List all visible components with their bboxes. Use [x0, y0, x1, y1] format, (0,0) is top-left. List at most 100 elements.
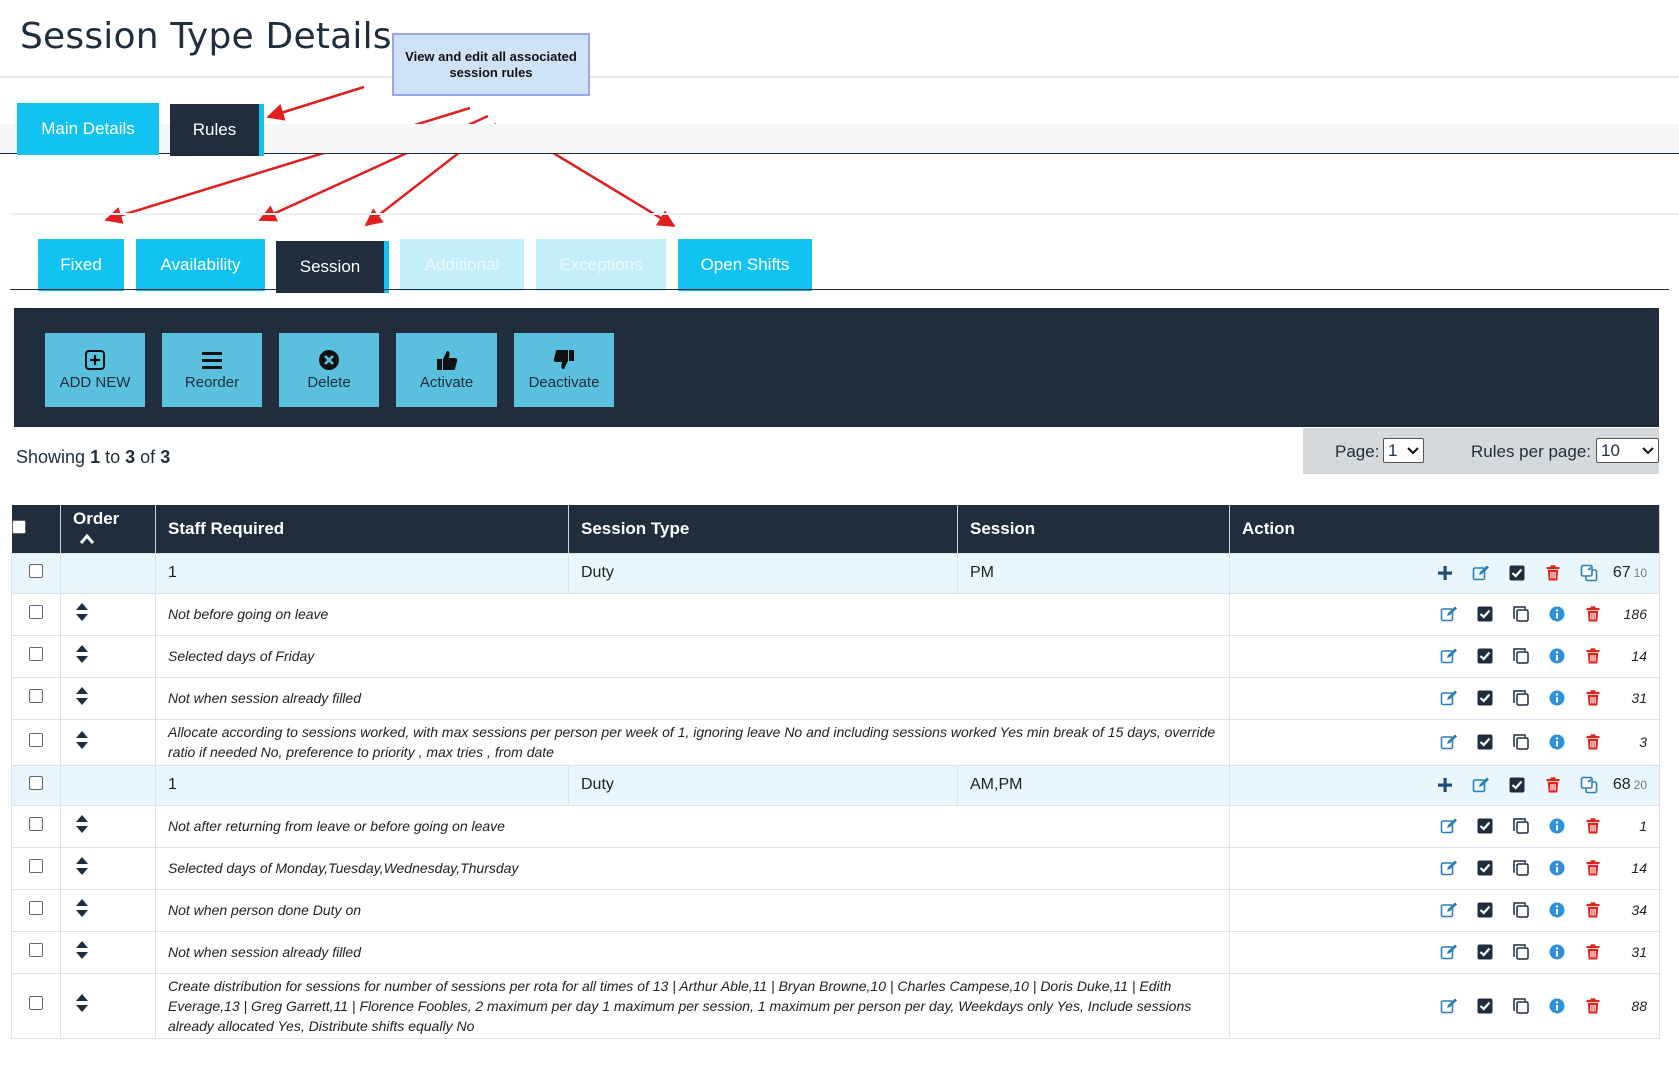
order-cell — [60, 930, 156, 974]
row-checkbox[interactable] — [29, 732, 43, 747]
order-header[interactable]: Order — [60, 505, 156, 553]
copy-icon[interactable] — [1503, 605, 1539, 623]
tab-availability[interactable]: Availability — [136, 239, 265, 291]
reorder-arrows-icon[interactable] — [75, 730, 89, 754]
tab-exceptions[interactable]: Exceptions — [536, 239, 666, 291]
copy-icon[interactable] — [1503, 817, 1539, 835]
activate-check-icon[interactable] — [1467, 998, 1503, 1014]
info-icon[interactable] — [1539, 818, 1575, 834]
delete-trash-icon[interactable] — [1575, 997, 1611, 1014]
row-checkbox[interactable] — [29, 900, 43, 915]
copy-icon[interactable] — [1503, 733, 1539, 751]
add-rule-plus-icon[interactable] — [1427, 777, 1463, 793]
activate-check-icon[interactable] — [1499, 777, 1535, 793]
reorder-arrows-icon[interactable] — [75, 898, 89, 922]
info-icon[interactable] — [1539, 998, 1575, 1014]
add-new-button[interactable]: ADD NEW — [45, 333, 145, 407]
edit-icon[interactable] — [1431, 606, 1467, 622]
row-checkbox[interactable] — [29, 563, 43, 578]
reorder-arrows-icon[interactable] — [75, 856, 89, 880]
tab-fixed[interactable]: Fixed — [38, 239, 124, 291]
activate-check-icon[interactable] — [1467, 860, 1503, 876]
copy-icon[interactable] — [1503, 943, 1539, 961]
session-type-header: Session Type — [568, 505, 958, 553]
row-checkbox[interactable] — [29, 816, 43, 831]
delete-trash-icon[interactable] — [1575, 902, 1611, 918]
copy-icon[interactable] — [1503, 997, 1539, 1015]
info-icon[interactable] — [1539, 944, 1575, 960]
select-all-checkbox[interactable] — [11, 519, 26, 534]
activate-check-icon[interactable] — [1499, 565, 1535, 581]
activate-check-icon[interactable] — [1467, 690, 1503, 706]
rule-row: Not when session already filled 31 — [11, 676, 1660, 720]
edit-icon[interactable] — [1431, 690, 1467, 706]
delete-trash-icon[interactable] — [1575, 860, 1611, 876]
deactivate-button[interactable]: Deactivate — [514, 333, 614, 407]
copy-icon[interactable] — [1503, 647, 1539, 665]
add-rule-plus-icon[interactable] — [1427, 565, 1463, 581]
reorder-arrows-icon[interactable] — [75, 686, 89, 710]
reorder-button[interactable]: Reorder — [162, 333, 262, 407]
page-select[interactable]: 1 — [1383, 438, 1424, 463]
delete-trash-icon[interactable] — [1575, 818, 1611, 834]
activate-check-icon[interactable] — [1467, 734, 1503, 750]
rules-per-page-select[interactable]: 10 — [1596, 438, 1659, 463]
edit-icon[interactable] — [1431, 944, 1467, 960]
info-icon[interactable] — [1539, 860, 1575, 876]
info-icon[interactable] — [1539, 648, 1575, 664]
clone-icon[interactable] — [1571, 564, 1607, 582]
delete-trash-icon[interactable] — [1575, 690, 1611, 706]
clone-icon[interactable] — [1571, 776, 1607, 794]
delete-trash-icon[interactable] — [1575, 606, 1611, 622]
reorder-arrows-icon[interactable] — [75, 644, 89, 668]
edit-icon[interactable] — [1431, 734, 1467, 750]
reorder-arrows-icon[interactable] — [75, 814, 89, 838]
row-checkbox[interactable] — [29, 775, 43, 790]
activate-check-icon[interactable] — [1467, 902, 1503, 918]
activate-check-icon[interactable] — [1467, 818, 1503, 834]
rule-description: Create distribution for sessions for num… — [155, 972, 1230, 1039]
rule-description: Not when person done Duty on — [155, 888, 1230, 932]
row-checkbox[interactable] — [29, 604, 43, 619]
activate-check-icon[interactable] — [1467, 944, 1503, 960]
info-icon[interactable] — [1539, 690, 1575, 706]
edit-icon[interactable] — [1463, 777, 1499, 793]
edit-icon[interactable] — [1431, 860, 1467, 876]
page-select-value: 1 — [1388, 440, 1398, 460]
delete-trash-icon[interactable] — [1575, 734, 1611, 750]
tab-open-shifts[interactable]: Open Shifts — [678, 239, 812, 291]
activate-check-icon[interactable] — [1467, 648, 1503, 664]
row-checkbox[interactable] — [29, 942, 43, 957]
tab-additional[interactable]: Additional — [400, 239, 524, 291]
copy-icon[interactable] — [1503, 859, 1539, 877]
info-icon[interactable] — [1539, 734, 1575, 750]
row-checkbox[interactable] — [29, 646, 43, 661]
info-icon[interactable] — [1539, 902, 1575, 918]
reorder-arrows-icon[interactable] — [75, 940, 89, 964]
row-checkbox[interactable] — [29, 858, 43, 873]
delete-trash-icon[interactable] — [1575, 944, 1611, 960]
delete-trash-icon[interactable] — [1575, 648, 1611, 664]
showing-to-word: to — [105, 447, 121, 467]
edit-icon[interactable] — [1463, 565, 1499, 581]
delete-trash-icon[interactable] — [1535, 777, 1571, 793]
row-checkbox[interactable] — [29, 688, 43, 703]
edit-icon[interactable] — [1431, 902, 1467, 918]
edit-icon[interactable] — [1431, 998, 1467, 1014]
activate-button[interactable]: Activate — [396, 333, 497, 407]
tab-rules[interactable]: Rules — [170, 104, 264, 156]
annotation-callout: View and edit all associated session rul… — [392, 33, 590, 96]
delete-button[interactable]: Delete — [279, 333, 379, 407]
copy-icon[interactable] — [1503, 901, 1539, 919]
activate-check-icon[interactable] — [1467, 606, 1503, 622]
reorder-arrows-icon[interactable] — [75, 602, 89, 626]
reorder-arrows-icon[interactable] — [75, 994, 89, 1017]
edit-icon[interactable] — [1431, 648, 1467, 664]
tab-session[interactable]: Session — [276, 241, 389, 293]
delete-trash-icon[interactable] — [1535, 565, 1571, 581]
edit-icon[interactable] — [1431, 818, 1467, 834]
info-icon[interactable] — [1539, 606, 1575, 622]
row-checkbox[interactable] — [29, 996, 43, 1010]
copy-icon[interactable] — [1503, 689, 1539, 707]
tab-main-details[interactable]: Main Details — [17, 103, 159, 155]
